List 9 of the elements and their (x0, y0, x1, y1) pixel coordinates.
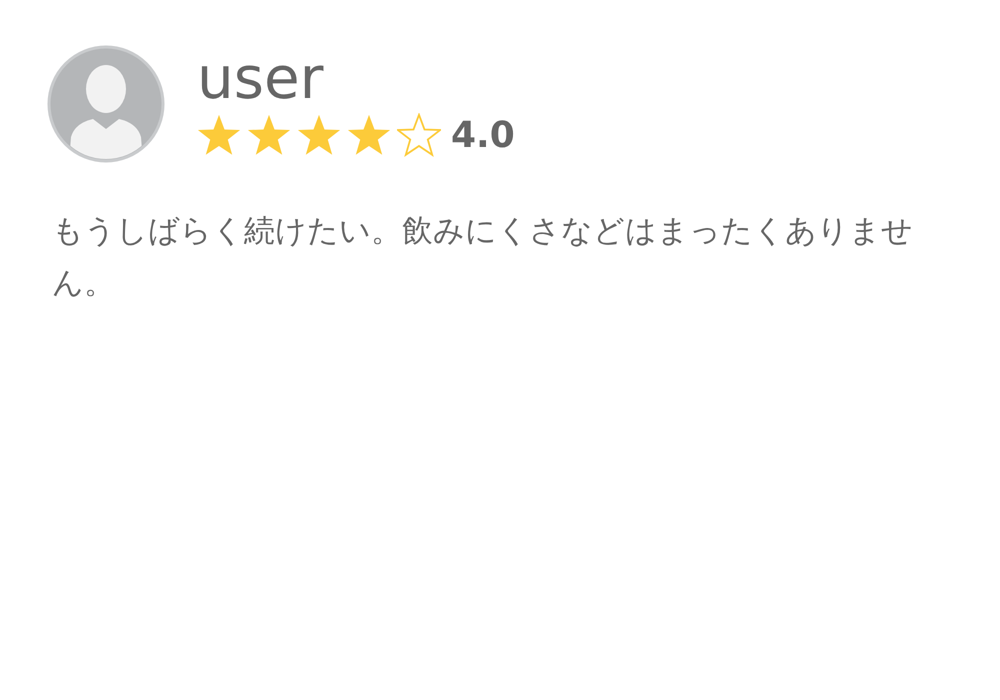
filled-star-icon (297, 113, 341, 157)
filled-star-icon (197, 113, 241, 157)
rating-score: 4.0 (451, 114, 515, 156)
review-text: もうしばらく続けたい。飲みにくさなどはまったくありません。 (52, 212, 914, 303)
user-name: user (197, 47, 325, 109)
empty-star-icon (397, 113, 441, 157)
filled-star-icon (247, 113, 291, 157)
avatar-icon (47, 45, 165, 163)
filled-star-icon (347, 113, 391, 157)
